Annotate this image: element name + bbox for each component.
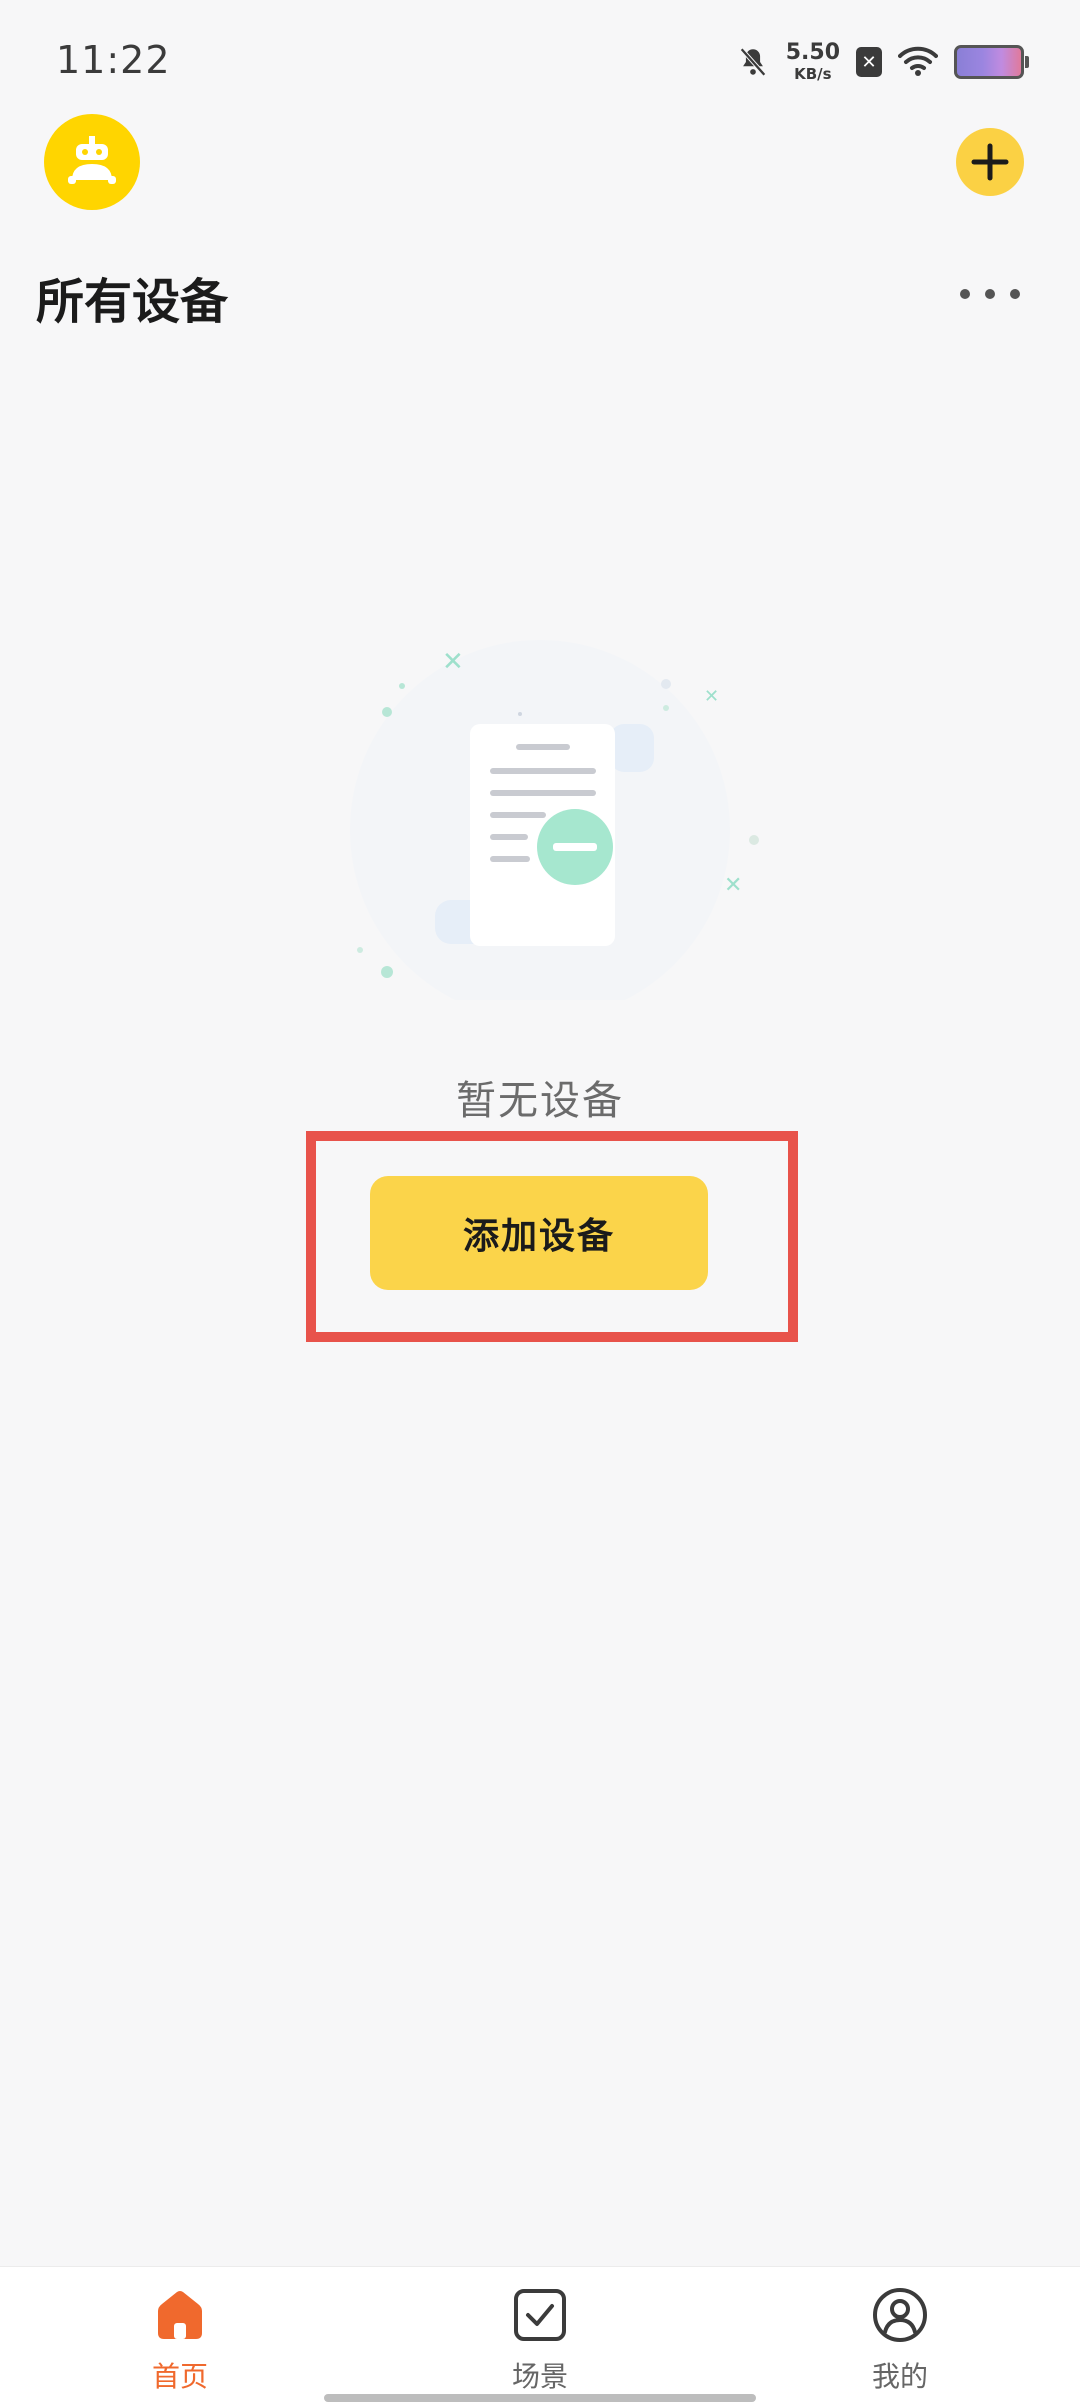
page-title: 所有设备: [36, 274, 229, 330]
mute-bell-icon: [739, 47, 766, 77]
home-icon: [158, 2291, 202, 2339]
more-dot: [985, 289, 995, 299]
svg-text:✕: ✕: [724, 873, 742, 898]
more-dot: [960, 289, 970, 299]
net-speed: 5.50 KB/s: [786, 42, 840, 82]
home-indicator[interactable]: [324, 2394, 756, 2402]
nav-item-scenes[interactable]: 场景: [440, 2287, 640, 2395]
screen: 11:22 5.50 KB/s ✕ 所有设备 ✕ ✕ ✕ 暂无设备 添加设备 首…: [0, 0, 1080, 2408]
nav-item-home[interactable]: 首页: [80, 2287, 280, 2395]
svg-text:✕: ✕: [704, 686, 719, 707]
add-top-button[interactable]: [956, 128, 1024, 196]
more-options-button[interactable]: [960, 274, 1020, 314]
nav-label-home: 首页: [151, 2360, 208, 2393]
status-bar: 11:22 5.50 KB/s ✕: [0, 0, 1080, 120]
plus-icon: [971, 143, 1009, 181]
wifi-icon: [898, 46, 938, 76]
battery-icon: [954, 45, 1029, 79]
net-speed-value: 5.50: [785, 40, 840, 65]
nav-label-scenes: 场景: [511, 2360, 568, 2393]
empty-state-message: 暂无设备: [456, 1078, 624, 1124]
robot-icon: [68, 136, 116, 184]
net-speed-unit: KB/s: [794, 65, 832, 83]
nav-label-profile: 我的: [871, 2360, 928, 2393]
avatar[interactable]: [44, 114, 140, 210]
status-time: 11:22: [56, 38, 171, 82]
status-icons: 5.50 KB/s ✕: [736, 42, 1029, 82]
sim-error-icon: ✕: [856, 47, 882, 77]
empty-document-illustration: ✕ ✕ ✕: [350, 640, 759, 1000]
more-dot: [1010, 289, 1020, 299]
nav-item-profile[interactable]: 我的: [800, 2287, 1000, 2395]
svg-text:✕: ✕: [442, 647, 464, 677]
user-icon: [873, 2288, 927, 2342]
checkbox-icon: [514, 2289, 566, 2341]
add-device-button[interactable]: 添加设备: [370, 1176, 708, 1290]
bottom-nav: 首页 场景 我的: [0, 2266, 1080, 2408]
